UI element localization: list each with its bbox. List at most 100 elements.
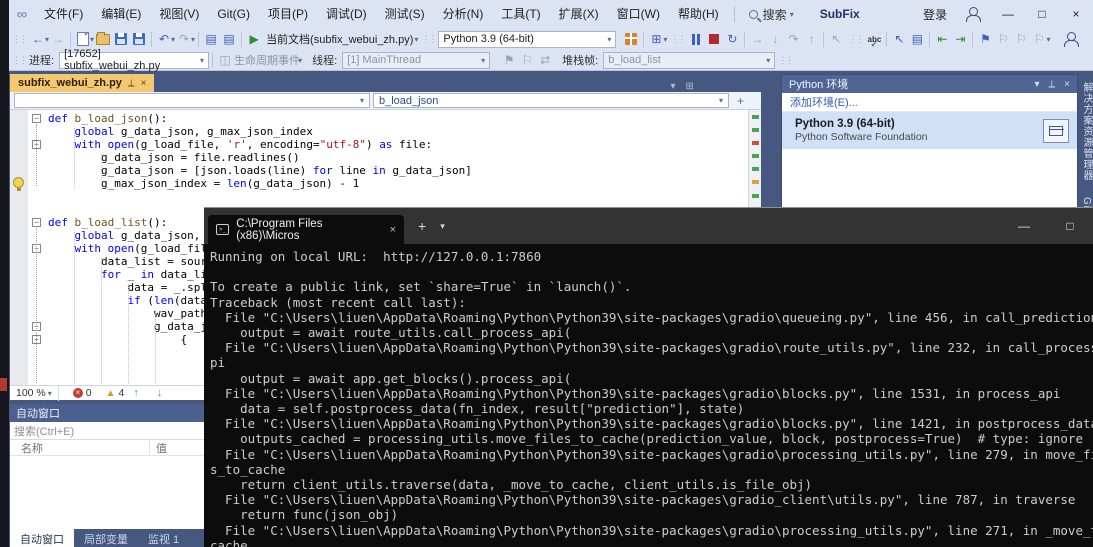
call-hierarchy-button[interactable]: ▤	[908, 30, 926, 48]
nav-member-combo[interactable]: b_load_json ▾	[373, 93, 729, 108]
toggle-bookmark-button[interactable]: ⚑	[976, 30, 994, 48]
navigate-to-button[interactable]: ▤	[220, 30, 238, 48]
pin-icon[interactable]: ⟂	[128, 78, 135, 89]
next-issue-icon[interactable]: ↓	[157, 387, 163, 399]
start-debug-button[interactable]: ▶	[245, 30, 263, 48]
toolbar-grip[interactable]: ⋮⋮	[9, 55, 29, 66]
lightbulb-icon[interactable]	[13, 177, 24, 188]
terminal-maximize-button[interactable]: □	[1047, 208, 1093, 244]
menu-view[interactable]: 视图(V)	[150, 0, 208, 28]
close-button[interactable]: ×	[1059, 0, 1093, 28]
menu-debug[interactable]: 调试(D)	[317, 0, 376, 28]
tab-subfix-webui-zh[interactable]: subfix_webui_zh.py ⟂ ×	[10, 74, 154, 92]
terminal-minimize-button[interactable]: —	[1001, 208, 1047, 244]
stack-frame-combo[interactable]: b_load_list ▾	[603, 52, 775, 69]
toolbar-grip[interactable]: ⋮⋮	[775, 55, 795, 66]
menu-extensions[interactable]: 扩展(X)	[550, 0, 608, 28]
menu-file[interactable]: 文件(F)	[35, 0, 92, 28]
warning-count[interactable]: 4	[119, 387, 125, 399]
next-bookmark-button[interactable]: ⚐	[1012, 30, 1030, 48]
chevron-down-icon[interactable]: ▾	[298, 56, 302, 65]
toolbar-grip[interactable]: ⋮⋮	[667, 34, 687, 45]
toolbar-grip[interactable]: ⋮⋮	[845, 34, 865, 45]
open-file-button[interactable]	[94, 30, 112, 48]
tab-autos[interactable]: 自动窗口	[10, 529, 74, 547]
window-menu-icon[interactable]: ▾	[1034, 79, 1039, 90]
lifecycle-label[interactable]: 生命周期事件	[234, 52, 300, 68]
column-value[interactable]: 值	[150, 440, 167, 455]
minimize-button[interactable]: —	[991, 0, 1025, 28]
close-icon[interactable]: ×	[1064, 79, 1070, 90]
column-name[interactable]: 名称	[10, 440, 150, 455]
toolbar-grip[interactable]: ⋮⋮	[9, 34, 29, 45]
menu-analyze[interactable]: 分析(N)	[434, 0, 493, 28]
menu-edit[interactable]: 编辑(E)	[92, 0, 150, 28]
breakpoint-gutter[interactable]	[10, 110, 28, 385]
environment-row[interactable]: Python 3.9 (64-bit) Python Software Foun…	[782, 112, 1077, 149]
menu-tools[interactable]: 工具(T)	[492, 0, 549, 28]
select-pointer-button[interactable]: ↖	[890, 30, 908, 48]
restart-button[interactable]: ↻	[723, 30, 741, 48]
lifecycle-icon[interactable]: ◫	[216, 51, 234, 69]
suggestions-gift-button[interactable]	[622, 30, 640, 48]
menu-project[interactable]: 项目(P)	[259, 0, 317, 28]
terminal-title-bar[interactable]: >_ C:\Program Files (x86)\Micros × + ▾ —…	[204, 208, 1093, 244]
tab-solution-explorer[interactable]: 解决方案资源管理器	[1078, 74, 1093, 189]
feedback-icon[interactable]	[1063, 31, 1079, 47]
prev-issue-icon[interactable]: ↑	[133, 387, 139, 399]
close-tab-icon[interactable]: ×	[141, 78, 147, 89]
python-env-title-bar[interactable]: Python 环境 ▾ ⟂ ×	[782, 75, 1077, 93]
flag-outline-icon[interactable]: ⚐	[518, 51, 536, 69]
process-combo[interactable]: [17652] subfix_webui_zh.py ▾	[59, 52, 209, 69]
nav-type-combo[interactable]: ▾	[14, 93, 370, 108]
pin-icon[interactable]: ⟂	[1048, 79, 1055, 90]
spell-check-button[interactable]: abc	[865, 30, 883, 48]
environment-settings-button[interactable]	[1043, 119, 1069, 143]
navigate-forward-button[interactable]: →	[49, 30, 67, 48]
chevron-down-icon[interactable]: ▾	[1046, 35, 1050, 44]
swap-threads-icon[interactable]: ⇄	[536, 51, 554, 69]
menu-git[interactable]: Git(G)	[208, 0, 259, 28]
step-into-button[interactable]: ↓	[766, 30, 784, 48]
split-editor-icon[interactable]: +	[737, 94, 744, 108]
find-in-files-button[interactable]: ▤	[202, 30, 220, 48]
step-back-button[interactable]: ↷	[784, 30, 802, 48]
menu-help[interactable]: 帮助(H)	[669, 0, 728, 28]
close-tab-icon[interactable]: ×	[390, 224, 396, 236]
tab-dropdown-icon[interactable]: ▾	[440, 221, 445, 232]
collapse-icon[interactable]: −	[32, 114, 41, 123]
menu-window[interactable]: 窗口(W)	[608, 0, 669, 28]
prev-bookmark-button[interactable]: ⚐	[994, 30, 1012, 48]
float-window-icon[interactable]: ⊞	[685, 81, 693, 92]
account-icon[interactable]	[965, 6, 981, 22]
step-out-button[interactable]: ↑	[802, 30, 820, 48]
maximize-button[interactable]: □	[1025, 0, 1059, 28]
chevron-down-icon[interactable]: ▾	[191, 35, 195, 44]
collapse-icon[interactable]: −	[32, 218, 41, 227]
indent-increase-button[interactable]: ⇥	[951, 30, 969, 48]
menu-test[interactable]: 测试(S)	[376, 0, 434, 28]
tab-locals[interactable]: 局部变量	[74, 529, 138, 547]
tab-watch1[interactable]: 监视 1	[138, 529, 189, 547]
terminal-output[interactable]: Running on local URL: http://127.0.0.1:7…	[204, 244, 1093, 547]
run-target-label[interactable]: 当前文档(subfix_webui_zh.py)	[266, 31, 413, 47]
search-button[interactable]: 搜索 ▾	[741, 6, 802, 23]
add-environment-link[interactable]: 添加环境(E)...	[782, 93, 1077, 112]
toolbar-grip[interactable]: ⋮⋮	[418, 34, 438, 45]
terminal-tab[interactable]: >_ C:\Program Files (x86)\Micros ×	[208, 215, 404, 244]
flag-icon[interactable]: ⚑	[500, 51, 518, 69]
error-count[interactable]: 0	[86, 387, 92, 399]
stop-debug-button[interactable]	[705, 30, 723, 48]
save-button[interactable]	[112, 30, 130, 48]
new-tab-button[interactable]: +	[418, 218, 426, 234]
show-threads-button[interactable]: ↖	[827, 30, 845, 48]
pause-button[interactable]	[687, 30, 705, 48]
zoom-combo[interactable]: 100 % ▾	[10, 386, 59, 401]
tab-list-chevron-icon[interactable]: ▾	[670, 81, 675, 92]
save-all-button[interactable]	[130, 30, 148, 48]
step-over-button[interactable]: →	[748, 30, 766, 48]
thread-combo[interactable]: [1] MainThread ▾	[342, 52, 490, 69]
indent-decrease-button[interactable]: ⇤	[933, 30, 951, 48]
python-version-combo[interactable]: Python 3.9 (64-bit) ▾	[438, 31, 616, 48]
sign-in-button[interactable]: 登录	[915, 6, 955, 23]
